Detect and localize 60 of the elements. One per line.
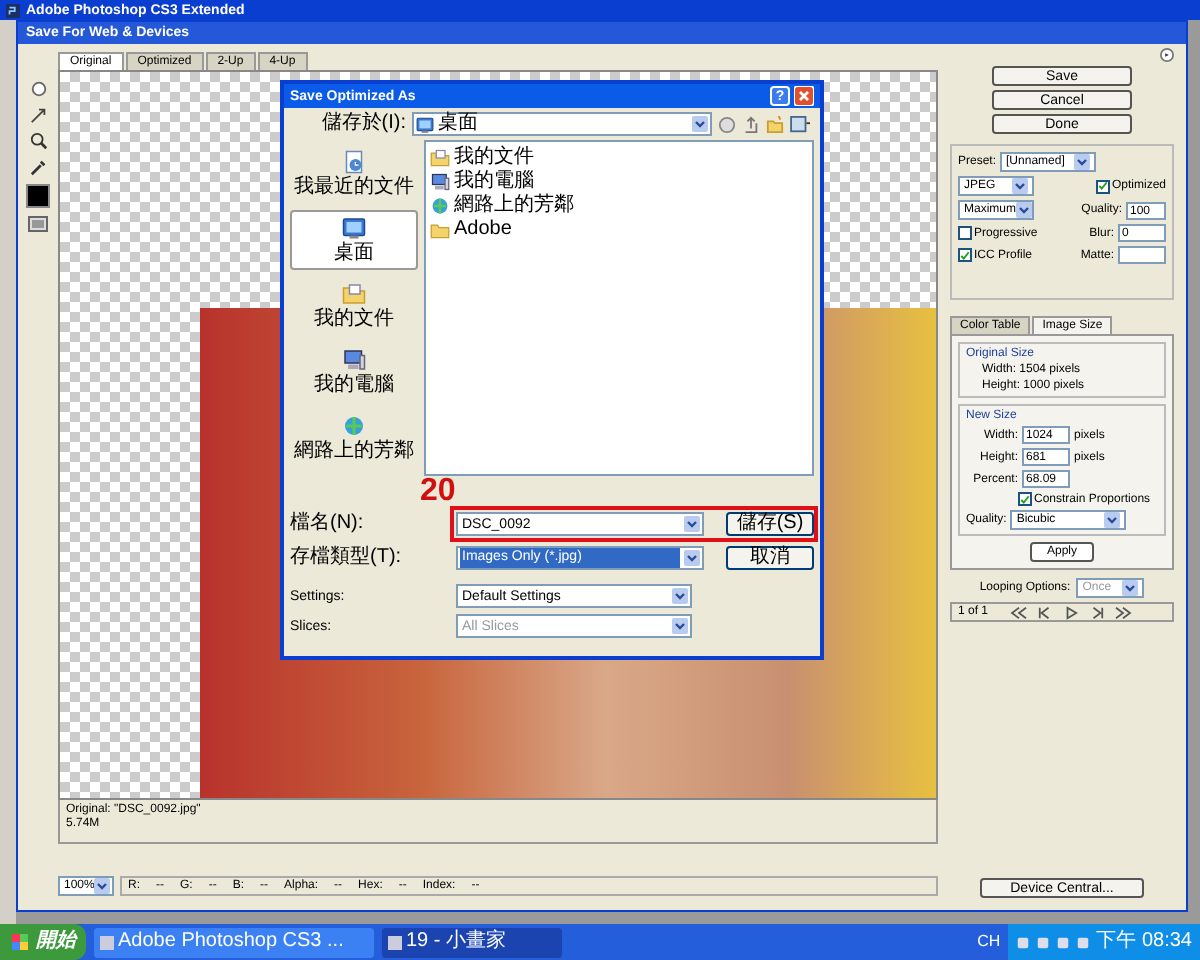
last-frame-icon[interactable]	[1114, 605, 1132, 619]
start-button[interactable]: 開始	[0, 924, 86, 960]
dropdown-caret-icon[interactable]	[684, 516, 700, 532]
slice-select-tool-icon[interactable]	[29, 106, 47, 124]
recent-documents-icon[interactable]	[342, 150, 366, 174]
places-item[interactable]: 桌面	[290, 210, 418, 270]
save-in-dropdown[interactable]: 桌面	[412, 112, 712, 136]
desktop-icon[interactable]	[342, 216, 366, 240]
language-indicator[interactable]: CH	[977, 934, 1001, 950]
first-frame-icon[interactable]	[1010, 605, 1028, 619]
previous-frame-icon[interactable]	[1036, 605, 1054, 619]
dropdown-caret-icon[interactable]	[1104, 512, 1121, 528]
dropdown-caret-icon[interactable]	[1122, 580, 1139, 596]
checkbox[interactable]	[958, 248, 972, 262]
dropdown-caret-icon[interactable]	[692, 116, 708, 132]
places-item[interactable]: 網路上的芳鄰	[290, 408, 418, 468]
next-frame-icon[interactable]	[1088, 605, 1106, 619]
documents-folder-icon[interactable]	[342, 282, 366, 306]
matte-dropdown[interactable]	[1118, 246, 1166, 264]
photoshop-app-icon	[6, 3, 20, 17]
field-label: 存檔類型(T):	[290, 548, 404, 568]
places-item[interactable]: 我最近的文件	[290, 144, 418, 204]
play-icon[interactable]	[1062, 605, 1080, 619]
dropdown-caret-icon[interactable]	[684, 550, 700, 566]
file-item[interactable]: 我的電腦	[454, 170, 534, 192]
computer-icon[interactable]	[342, 348, 366, 372]
dropdown-caret-icon[interactable]	[672, 588, 688, 604]
color-swatch[interactable]	[26, 184, 50, 208]
dropdown-caret-icon[interactable]	[1016, 202, 1033, 218]
up-folder-icon[interactable]	[742, 115, 760, 133]
view-menu-icon[interactable]	[790, 115, 812, 133]
cancel-button[interactable]: 取消	[726, 546, 814, 570]
dropdown-caret-icon[interactable]	[94, 878, 111, 894]
file-item[interactable]: 網路上的芳鄰	[454, 194, 574, 216]
clock: 下午 08:34	[1096, 932, 1192, 952]
checkbox[interactable]	[1095, 179, 1110, 193]
file-item[interactable]: 我的文件	[454, 146, 534, 168]
checkbox[interactable]	[1018, 492, 1032, 506]
places-item[interactable]: 我的文件	[290, 276, 418, 336]
confirm-save-button[interactable]: 儲存(S)	[726, 512, 814, 536]
toggle-slices-icon[interactable]	[28, 216, 48, 232]
taskbar-button[interactable]: Adobe Photoshop CS3 ...	[94, 927, 374, 957]
windows-logo-icon	[10, 932, 30, 952]
file-item[interactable]: Adobe	[454, 218, 512, 240]
taskbar-button[interactable]: 19 - 小畫家	[382, 927, 562, 957]
panel-menu-icon[interactable]	[1160, 48, 1174, 62]
zoom-tool-icon[interactable]	[29, 132, 47, 150]
field-label: 檔名(N):	[290, 514, 366, 534]
app-icon	[388, 935, 402, 949]
app-icon	[100, 935, 114, 949]
dropdown-caret-icon[interactable]	[1012, 178, 1028, 194]
checkbox[interactable]	[958, 226, 972, 240]
computer-icon[interactable]	[430, 171, 450, 191]
close-icon[interactable]	[794, 86, 814, 106]
dropdown-caret-icon[interactable]	[1074, 154, 1091, 170]
annotation-number: 20	[420, 476, 456, 508]
desktop-icon[interactable]	[416, 115, 434, 133]
eyedropper-icon[interactable]	[29, 158, 47, 176]
save-in-label: 儲存於(I):	[319, 114, 406, 134]
places-item[interactable]: 我的電腦	[290, 342, 418, 402]
